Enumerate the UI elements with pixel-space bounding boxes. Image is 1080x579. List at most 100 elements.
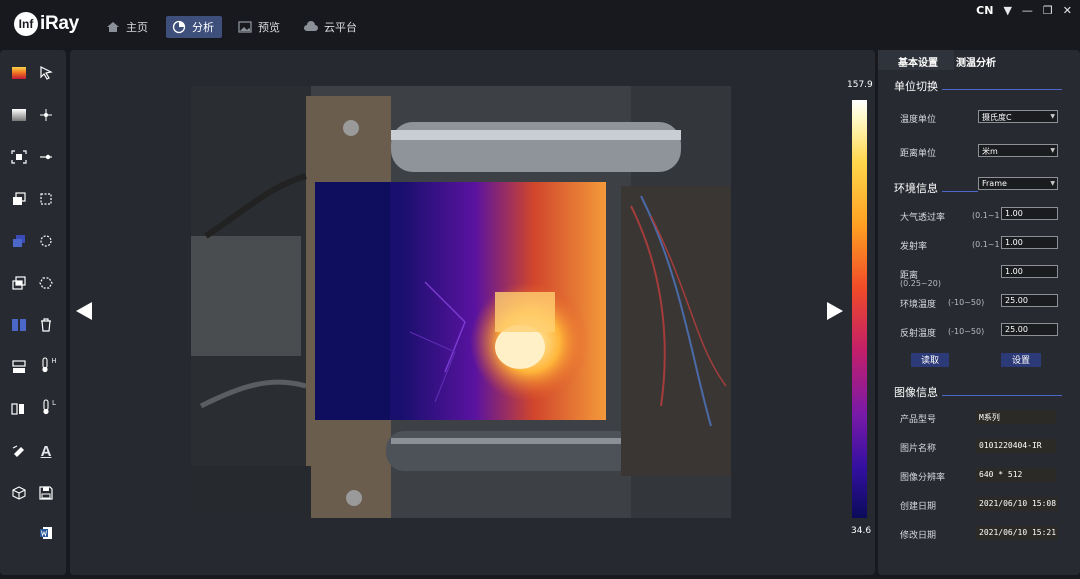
previous-image-arrow[interactable]: [76, 302, 92, 320]
unit-section-title: 单位切换: [894, 80, 938, 93]
rotate-tool[interactable]: [8, 440, 30, 462]
circle-icon: [40, 235, 52, 247]
image-viewer: 157.9 34.6: [70, 50, 875, 575]
high-temp-tool[interactable]: H: [35, 354, 61, 376]
overlay-tool[interactable]: [8, 272, 30, 294]
text-tool[interactable]: A: [35, 440, 57, 462]
palette-icon: [12, 67, 26, 79]
overlay-icon: [12, 276, 26, 290]
low-temp-tool[interactable]: L: [35, 396, 61, 418]
set-button[interactable]: 设置: [1001, 353, 1041, 367]
flip-horizontal-icon: [11, 403, 24, 415]
horizontal-flip-tool[interactable]: [8, 356, 30, 378]
fusion-tool[interactable]: [8, 230, 30, 252]
section-divider: [942, 89, 1062, 90]
reflected-temp-label: 反射温度: [900, 329, 937, 339]
distance-input[interactable]: [1001, 265, 1058, 278]
gray-palette-tool[interactable]: [8, 104, 30, 126]
image-name-value: 0101220404-IR: [976, 439, 1056, 453]
settings-panel: 基本设置 测温分析 单位切换 温度单位 摄氏度C ▼ 距离单位 米m ▼ 环境信…: [878, 50, 1080, 575]
tab-temperature-analysis[interactable]: 测温分析: [954, 50, 996, 70]
distance-unit-label: 距离单位: [900, 149, 937, 159]
section-divider: [942, 395, 1062, 396]
nav-home[interactable]: 主页: [100, 16, 156, 38]
ellipse-tool[interactable]: [35, 230, 57, 252]
distance-range: (0.25~20): [900, 279, 941, 288]
polygon-icon: [39, 277, 53, 289]
nav-analysis[interactable]: 分析: [166, 16, 222, 38]
delete-tool[interactable]: [35, 314, 57, 336]
next-image-arrow[interactable]: [827, 302, 843, 320]
thermometer-low-icon: [43, 399, 49, 415]
polygon-tool[interactable]: [35, 272, 57, 294]
chevron-down-icon: ▼: [1050, 180, 1055, 187]
nav-preview[interactable]: 预览: [232, 16, 288, 38]
env-section-title: 环境信息: [894, 182, 938, 195]
palette-tool[interactable]: [8, 62, 30, 84]
created-date-value: 2021/06/10 15:08: [976, 497, 1058, 511]
transmittance-input[interactable]: [1001, 207, 1058, 220]
resolution-label: 图像分辨率: [900, 473, 946, 483]
emissivity-label: 发射率: [900, 242, 928, 252]
chevron-down-icon[interactable]: ▼: [1003, 4, 1011, 17]
fit-screen-icon: [11, 150, 27, 164]
trash-icon: [41, 318, 51, 332]
ambient-temp-range: (-10~50): [948, 298, 985, 307]
reflected-temp-input[interactable]: [1001, 323, 1058, 336]
language-selector[interactable]: CN: [976, 4, 993, 17]
tab-basic-settings[interactable]: 基本设置: [878, 50, 954, 70]
3d-view-tool[interactable]: [8, 482, 30, 504]
nav-analysis-label: 分析: [192, 21, 214, 34]
line-icon: [40, 154, 52, 160]
save-tool[interactable]: [35, 482, 57, 504]
restore-icon[interactable]: ❐: [1043, 4, 1053, 17]
section-divider: [942, 191, 978, 192]
image-name-label: 图片名称: [900, 444, 937, 454]
emissivity-input[interactable]: [1001, 236, 1058, 249]
transmittance-label: 大气透过率: [900, 213, 946, 223]
grayscale-icon: [12, 109, 26, 121]
temp-unit-value: 摄氏度C: [982, 113, 1012, 122]
export-word-tool[interactable]: [35, 522, 57, 544]
image-icon: [238, 21, 252, 33]
split-view-tool[interactable]: [8, 314, 30, 336]
point-tool[interactable]: [35, 104, 57, 126]
temperature-colorbar[interactable]: [852, 100, 867, 518]
created-date-label: 创建日期: [900, 502, 937, 512]
colorbar-max: 157.9: [847, 80, 873, 90]
vertical-flip-tool[interactable]: [8, 398, 30, 420]
fit-tool[interactable]: [8, 146, 30, 168]
layer-tool[interactable]: [8, 188, 30, 210]
3d-cube-icon: [12, 486, 26, 500]
pie-chart-icon: [172, 20, 186, 34]
app-logo: Inf iRay: [14, 11, 79, 37]
tool-sidebar: H L A: [0, 50, 66, 575]
select-tool[interactable]: [35, 62, 57, 84]
line-tool[interactable]: [35, 146, 57, 168]
close-icon[interactable]: ✕: [1063, 4, 1072, 17]
ambient-temp-input[interactable]: [1001, 294, 1058, 307]
nav-cloud-label: 云平台: [324, 21, 357, 34]
nav-cloud[interactable]: 云平台: [298, 16, 365, 38]
save-icon: [39, 486, 53, 500]
rotate-icon: [12, 445, 24, 457]
nav-home-label: 主页: [126, 21, 148, 34]
env-mode-select[interactable]: Frame ▼: [978, 177, 1058, 190]
layers-icon: [13, 192, 26, 205]
nav-preview-label: 预览: [258, 21, 280, 34]
minimize-icon[interactable]: —: [1022, 4, 1033, 17]
temp-unit-select[interactable]: 摄氏度C ▼: [978, 110, 1058, 123]
high-label: H: [51, 357, 57, 365]
model-label: 产品型号: [900, 415, 937, 425]
cursor-icon: [40, 66, 53, 80]
visible-light-image[interactable]: [191, 86, 731, 518]
model-value: M系列: [976, 410, 1056, 424]
transmittance-range: (0.1~1: [972, 211, 1000, 220]
chevron-down-icon: ▼: [1050, 113, 1055, 120]
low-label: L: [52, 399, 56, 407]
env-mode-value: Frame: [982, 179, 1007, 188]
read-button[interactable]: 读取: [911, 353, 949, 367]
rectangle-tool[interactable]: [35, 188, 57, 210]
distance-unit-select[interactable]: 米m ▼: [978, 144, 1058, 157]
temp-unit-label: 温度单位: [900, 115, 937, 125]
